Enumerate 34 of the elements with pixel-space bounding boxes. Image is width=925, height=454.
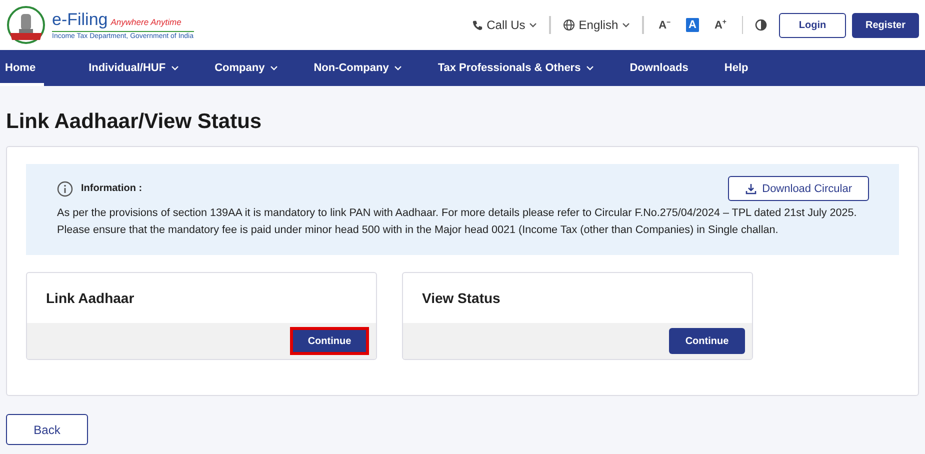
chevron-down-icon — [529, 22, 538, 28]
card-title: View Status — [421, 289, 502, 308]
information-text: As per the provisions of section 139AA it is mandatory to link PAN with Aadhaar. For more details please refer to Circular F.No.275/04/2024 – TPL dated 21st July 2025. — [57, 207, 858, 220]
nav-item[interactable]: Home — [0, 50, 44, 86]
back-button[interactable]: Back — [6, 414, 88, 445]
call-us-dropdown[interactable]: Call Us — [472, 18, 538, 32]
continue-button[interactable]: Continue — [669, 328, 745, 354]
font-size-button[interactable]: A$^{–}$ — [656, 18, 674, 32]
nav-item[interactable]: Company — [210, 50, 299, 86]
brand-tagline: Anywhere Anytime — [110, 17, 182, 27]
page-title: Link Aadhaar/View Status — [5, 109, 263, 135]
nav-item[interactable]: Tax Professionals & Others — [432, 50, 615, 86]
register-button[interactable]: Register — [852, 12, 919, 38]
login-button[interactable]: Login — [779, 12, 846, 38]
download-circular-button[interactable]: Download Circular — [728, 176, 869, 201]
info-icon — [57, 180, 73, 196]
globe-icon — [562, 19, 575, 31]
nav-item[interactable]: Individual/HUF — [84, 50, 200, 86]
information-text: Please ensure that the mandatory fee is paid under minor head 500 with in the Major head 0021 (Income Tax (other than Companies) in Single challan. — [57, 224, 780, 237]
font-size-button[interactable]: A$^{+}$ — [711, 18, 730, 32]
font-size-button[interactable]: A — [686, 18, 700, 32]
contrast-icon[interactable] — [755, 19, 767, 31]
brand-name: e-Filing — [52, 10, 108, 30]
download-icon — [745, 182, 758, 194]
nav-item[interactable]: Help — [719, 50, 770, 86]
phone-icon — [472, 20, 483, 30]
emblem-logo-icon — [6, 5, 46, 45]
chevron-down-icon — [622, 22, 630, 28]
nav-item[interactable]: Non-Company — [308, 50, 423, 86]
nav-item[interactable]: Downloads — [624, 50, 710, 86]
continue-button[interactable]: Continue — [290, 327, 369, 355]
card-title: Link Aadhaar — [45, 289, 136, 308]
information-heading: Information : — [81, 183, 144, 194]
language-dropdown[interactable]: English — [562, 18, 630, 32]
